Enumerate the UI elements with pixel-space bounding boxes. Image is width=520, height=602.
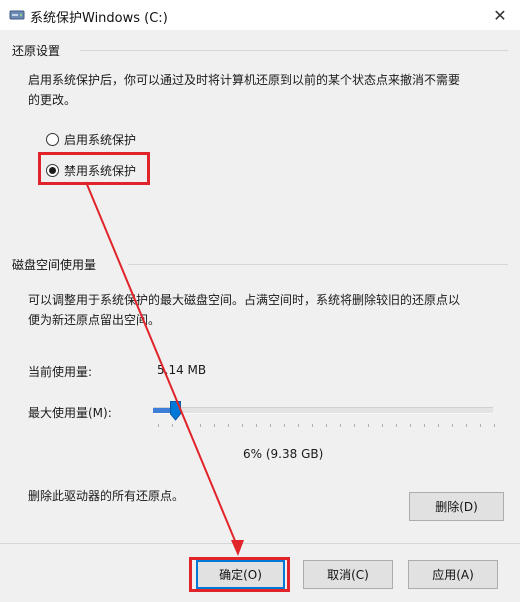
title-bar: 系统保护Windows (C:) ✕ — [0, 0, 520, 30]
max-usage-label: 最大使用量(M): — [28, 406, 112, 420]
current-usage-label: 当前使用量: — [28, 365, 93, 379]
slider-ticks — [158, 424, 495, 427]
footer-divider — [0, 543, 520, 544]
radio-enable-label: 启用系统保护 — [64, 133, 137, 147]
radio-disable-protection[interactable]: 禁用系统保护 — [46, 162, 136, 179]
slider-tick — [368, 424, 369, 427]
delete-button[interactable]: 删除(D) — [409, 492, 504, 521]
close-button[interactable]: ✕ — [480, 0, 520, 30]
radio-disable-circle[interactable] — [46, 164, 59, 177]
slider-tick — [424, 424, 425, 427]
slider-tick — [326, 424, 327, 427]
slider-tick — [158, 424, 159, 427]
disk-description-line1: 可以调整用于系统保护的最大磁盘空间。占满空间时，系统将删除较旧的还原点以 — [28, 293, 461, 307]
ok-button[interactable]: 确定(O) — [196, 560, 285, 589]
window-title: 系统保护Windows (C:) — [30, 11, 168, 26]
slider-tick — [494, 424, 495, 427]
slider-tick — [354, 424, 355, 427]
slider-tick — [480, 424, 481, 427]
slider-tick — [466, 424, 467, 427]
slider-tick — [228, 424, 229, 427]
slider-tick — [396, 424, 397, 427]
current-usage-value: 5.14 MB — [157, 363, 207, 377]
slider-tick — [452, 424, 453, 427]
apply-button[interactable]: 应用(A) — [408, 560, 498, 589]
disk-usage-title: 磁盘空间使用量 — [12, 256, 103, 273]
radio-enable-circle[interactable] — [46, 133, 59, 146]
close-icon: ✕ — [493, 5, 507, 25]
group-divider — [80, 50, 508, 51]
slider-tick — [312, 424, 313, 427]
cancel-button[interactable]: 取消(C) — [303, 560, 393, 589]
slider-tick — [410, 424, 411, 427]
drive-shield-icon — [9, 10, 25, 20]
group-divider — [128, 264, 508, 265]
slider-tick — [172, 424, 173, 427]
restore-description-line1: 启用系统保护后，你可以通过及时将计算机还原到以前的某个状态点来撤消不需要 — [28, 73, 461, 87]
delete-description: 删除此驱动器的所有还原点。 — [28, 489, 185, 503]
disk-description-line2: 便为新还原点留出空间。 — [28, 313, 161, 327]
radio-enable-protection[interactable]: 启用系统保护 — [46, 131, 136, 148]
slider-tick — [340, 424, 341, 427]
slider-value-text: 6% (9.38 GB) — [243, 447, 324, 461]
max-usage-slider-thumb[interactable] — [170, 401, 182, 421]
max-usage-slider-track[interactable] — [153, 407, 493, 414]
slider-tick — [242, 424, 243, 427]
slider-tick — [186, 424, 187, 427]
slider-tick — [214, 424, 215, 427]
restore-settings-title: 还原设置 — [12, 42, 67, 59]
slider-tick — [200, 424, 201, 427]
slider-tick — [270, 424, 271, 427]
slider-tick — [298, 424, 299, 427]
slider-tick — [438, 424, 439, 427]
radio-disable-label: 禁用系统保护 — [64, 164, 137, 178]
slider-tick — [256, 424, 257, 427]
restore-description-line2: 的更改。 — [28, 93, 77, 107]
slider-tick — [382, 424, 383, 427]
slider-tick — [284, 424, 285, 427]
